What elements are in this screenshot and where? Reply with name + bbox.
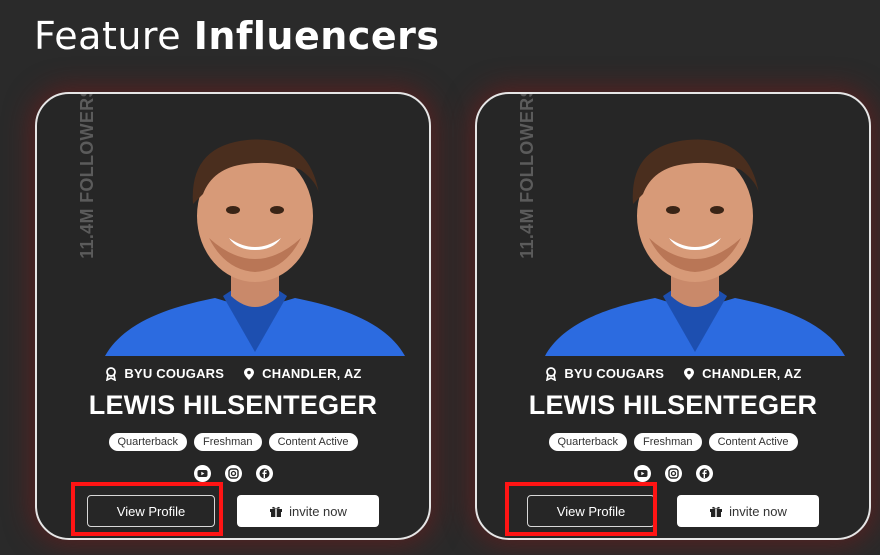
award-icon: [106, 366, 117, 381]
team-name: BYU COUGARS: [124, 366, 225, 381]
team-info: BYU COUGARS: [544, 366, 664, 381]
youtube-icon[interactable]: [633, 465, 651, 482]
page-title: Feature Influencers: [34, 14, 439, 58]
tag-list: Quarterback Freshman Content Active: [37, 433, 429, 451]
invite-now-button[interactable]: invite now: [677, 495, 819, 527]
location-info: CHANDLER, AZ: [242, 366, 361, 381]
facebook-icon[interactable]: [255, 465, 273, 482]
followers-count: 11.4M FOLLOWERS: [77, 92, 97, 259]
gift-icon: [270, 506, 283, 517]
location-name: CHANDLER, AZ: [262, 366, 362, 381]
location-pin-icon: [684, 367, 695, 380]
gift-icon: [710, 506, 723, 517]
tag-list: Quarterback Freshman Content Active: [477, 433, 869, 451]
followers-count: 11.4M FOLLOWERS: [517, 92, 537, 259]
social-links: [477, 465, 869, 482]
title-bold: Influencers: [193, 14, 440, 58]
social-links: [37, 465, 429, 482]
award-icon: [546, 366, 557, 381]
location-info: CHANDLER, AZ: [682, 366, 801, 381]
location-name: CHANDLER, AZ: [702, 366, 802, 381]
tag: Content Active: [708, 433, 798, 451]
player-photo: [105, 139, 405, 356]
invite-now-button[interactable]: invite now: [237, 495, 379, 527]
instagram-icon[interactable]: [224, 465, 242, 482]
facebook-icon[interactable]: [695, 465, 713, 482]
invite-label: invite now: [289, 503, 347, 519]
instagram-icon[interactable]: [664, 465, 682, 482]
view-profile-highlight: [71, 482, 223, 536]
tag: Freshman: [634, 433, 702, 451]
tag: Content Active: [268, 433, 358, 451]
tag: Quarterback: [108, 433, 188, 451]
invite-label: invite now: [729, 503, 787, 519]
location-pin-icon: [244, 367, 255, 380]
team-info: BYU COUGARS: [104, 366, 224, 381]
tag: Freshman: [194, 433, 262, 451]
influencer-card: 11.4M FOLLOWERS BYU COUGARS CHANDLER, AZ…: [35, 92, 431, 540]
player-name: LEWIS HILSENTEGER: [88, 390, 378, 420]
player-name: LEWIS HILSENTEGER: [528, 390, 818, 420]
view-profile-highlight: [505, 482, 657, 536]
player-photo: [545, 139, 845, 356]
meta-row: BYU COUGARS CHANDLER, AZ: [477, 366, 869, 381]
title-regular: Feature: [34, 14, 194, 58]
meta-row: BYU COUGARS CHANDLER, AZ: [37, 366, 429, 381]
influencer-card: 11.4M FOLLOWERS BYU COUGARS CHANDLER, AZ…: [475, 92, 871, 540]
team-name: BYU COUGARS: [564, 366, 665, 381]
tag: Quarterback: [548, 433, 628, 451]
youtube-icon[interactable]: [193, 465, 211, 482]
